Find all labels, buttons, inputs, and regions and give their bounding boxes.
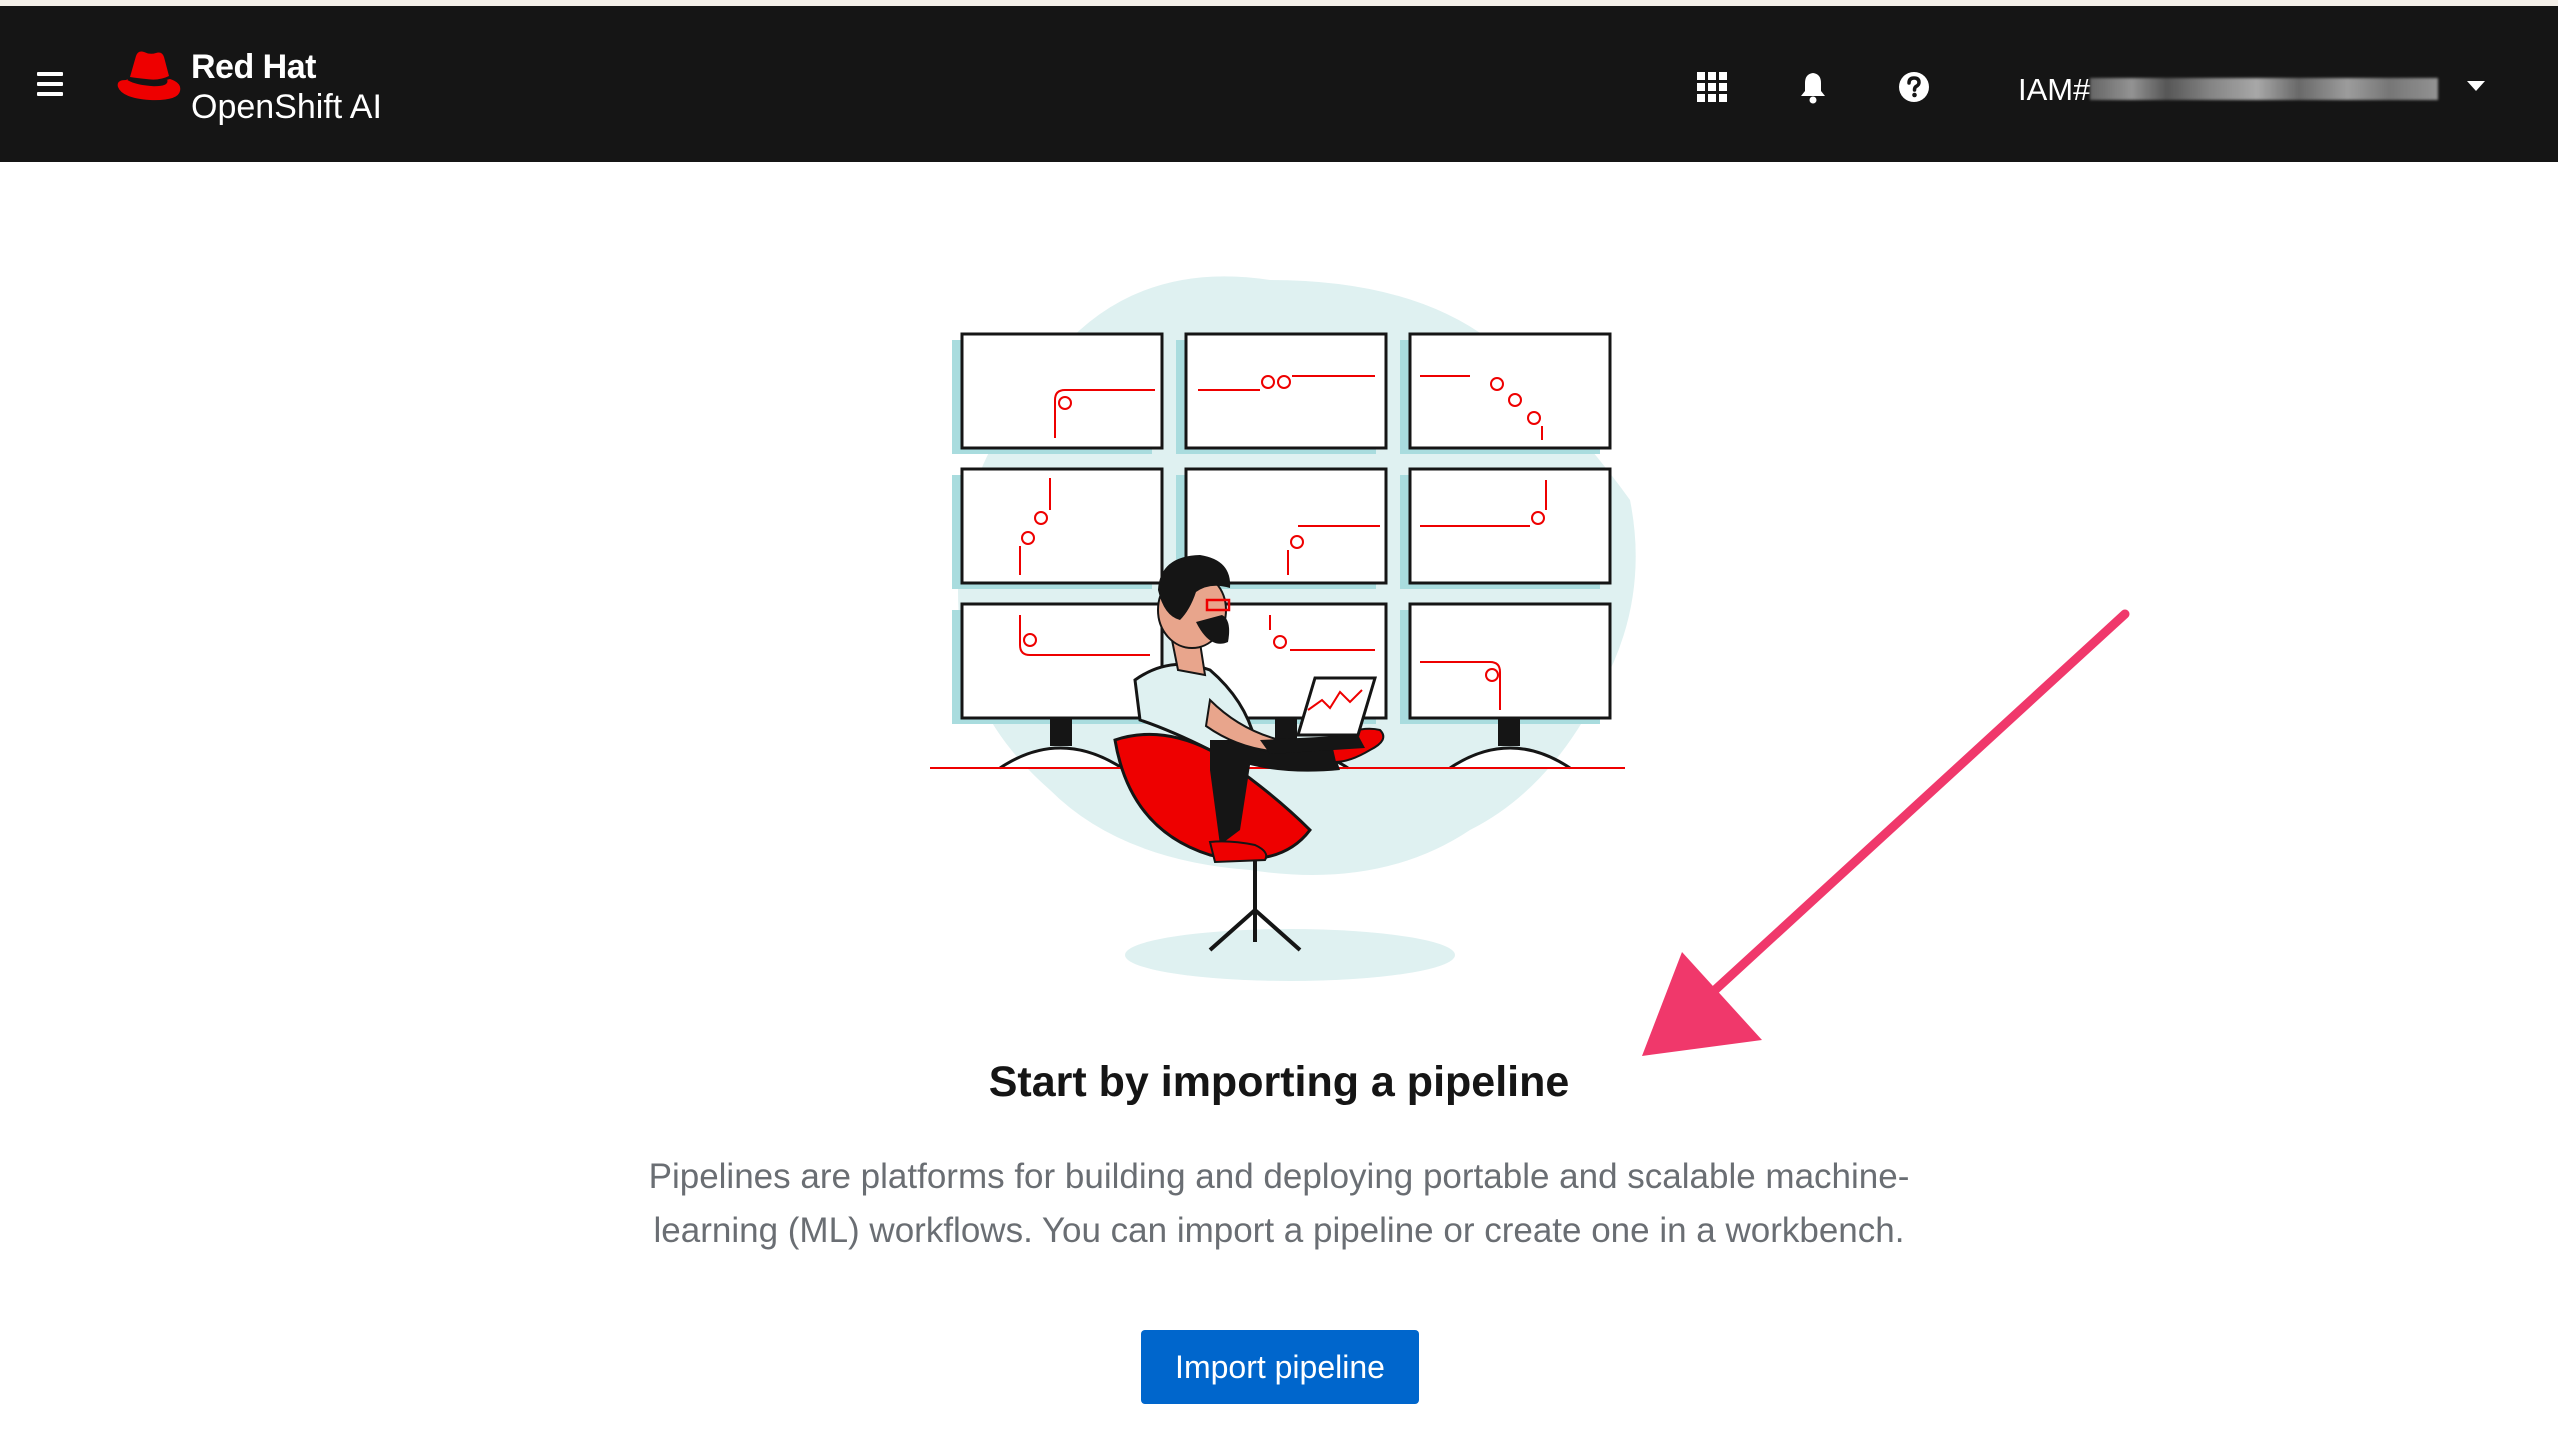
red-hat-logo bbox=[117, 51, 181, 101]
empty-state-illustration bbox=[930, 276, 1636, 981]
user-name-prefix: IAM# bbox=[2018, 72, 2091, 107]
brand-name: Red Hat bbox=[191, 48, 316, 86]
empty-state-title: Start by importing a pipeline bbox=[988, 1058, 1570, 1106]
empty-state-body-line: learning (ML) workflows. You can import … bbox=[653, 1211, 1905, 1250]
user-menu-toggle[interactable]: IAM# bbox=[2010, 62, 2490, 108]
help-icon[interactable] bbox=[1897, 70, 1931, 104]
masthead: Red Hat OpenShift AI IAM# bbox=[0, 6, 2558, 162]
bell-icon[interactable] bbox=[1796, 70, 1830, 104]
empty-state-body-line: Pipelines are platforms for building and… bbox=[648, 1157, 1910, 1196]
menu-icon[interactable] bbox=[30, 64, 70, 104]
product-name: OpenShift AI bbox=[191, 88, 382, 126]
empty-state-body: Pipelines are platforms for building and… bbox=[629, 1150, 1929, 1258]
obscured-user-name bbox=[2090, 78, 2438, 100]
app-launcher-icon[interactable] bbox=[1695, 70, 1729, 104]
annotation-arrow bbox=[1642, 609, 2130, 1056]
caret-down-icon bbox=[2467, 81, 2485, 91]
import-pipeline-button[interactable]: Import pipeline bbox=[1141, 1330, 1419, 1404]
